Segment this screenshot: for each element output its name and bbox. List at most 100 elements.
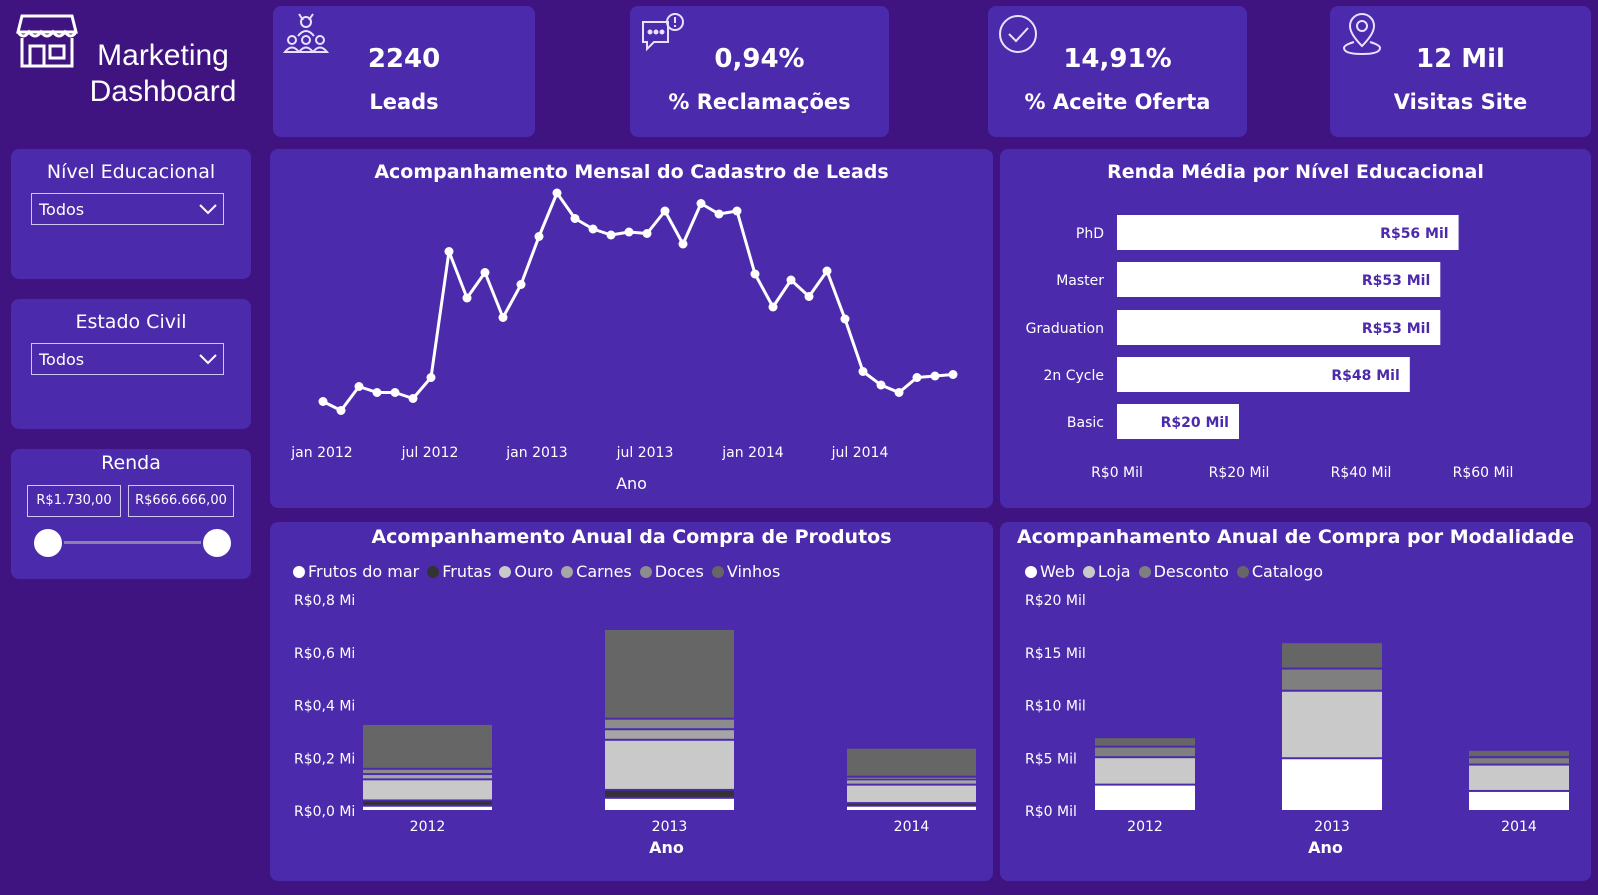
leads-point — [336, 406, 346, 415]
x-tick-label: 2013 — [652, 819, 688, 835]
leads-point — [894, 388, 904, 397]
bar-data-label: R$48 Mil — [1331, 368, 1399, 384]
stacked-bar-segment — [847, 785, 976, 803]
stacked-bar-segment — [363, 801, 492, 805]
stacked-bar-segment — [847, 806, 976, 810]
leads-point — [426, 373, 436, 382]
stacked-bar-segment — [605, 719, 734, 729]
income-max-input[interactable]: R$666.666,00 — [128, 485, 234, 517]
stacked-bar-segment — [847, 804, 976, 806]
leads-line — [322, 191, 954, 412]
line-chart-svg: jan 2012 jul 2012 jan 2013 jul 2013 jan 2014… — [290, 188, 958, 461]
leads-point — [750, 269, 760, 279]
stacked-bar-segment — [605, 798, 734, 810]
y-tick-label: R$0,4 Mi — [294, 699, 355, 715]
income-slider-min-handle[interactable] — [32, 527, 64, 559]
annual-channel-purchases-chart: Acompanhamento Anual de Compra por Modal… — [1000, 522, 1591, 881]
x-tick-label: R$20 Mil — [1209, 465, 1270, 481]
x-tick-label: R$60 Mil — [1453, 465, 1514, 481]
x-tick-label: R$40 Mil — [1331, 465, 1392, 481]
x-tick-label: 2012 — [410, 819, 446, 835]
monthly-leads-chart: Acompanhamento Mensal do Cadastro de Lea… — [270, 149, 993, 508]
stacked-bar-segment — [1282, 669, 1382, 690]
leads-point — [804, 292, 814, 301]
income-min-input[interactable]: R$1.730,00 — [27, 485, 121, 517]
leads-point — [714, 209, 724, 219]
stacked-bar-segment — [1095, 738, 1195, 746]
slicer-title: Estado Civil — [75, 311, 187, 333]
x-tick-label: 2014 — [1501, 819, 1537, 835]
y-tick-label: R$0,2 Mi — [294, 751, 355, 767]
y-tick-label: R$0,0 Mi — [294, 804, 355, 820]
y-tick-label: R$0,8 Mi — [294, 593, 355, 609]
category-label: 2n Cycle — [1044, 368, 1105, 384]
leads-point — [354, 382, 364, 391]
kpi-label: Visitas Site — [1393, 90, 1528, 114]
kpi-value: 0,94% — [714, 44, 805, 74]
leads-point — [696, 199, 706, 208]
income-slider-track[interactable] — [47, 541, 215, 544]
stacked-bar-segment — [605, 730, 734, 739]
income-slider-max-handle[interactable] — [201, 527, 233, 559]
stacked-bar-segment — [363, 769, 492, 774]
stacked-bar-segment — [847, 777, 976, 779]
dashboard-title: Marketing Dashboard — [78, 38, 248, 110]
stacked-bar-segment — [847, 780, 976, 784]
leads-point — [948, 370, 958, 379]
slicer-title: Nível Educacional — [46, 161, 216, 183]
x-tick-label: 2013 — [1314, 819, 1350, 835]
leads-point — [840, 314, 850, 324]
stacked-bar-segment — [363, 775, 492, 779]
stacked-bar-segment — [1282, 759, 1382, 810]
stacked-bar-segment — [363, 806, 492, 810]
dropdown-value: Todos — [39, 200, 85, 219]
stacked-bar-segment — [1469, 758, 1569, 764]
leads-point — [660, 206, 670, 216]
leads-point — [678, 239, 688, 249]
education-slicer: Nível Educacional Todos — [11, 149, 251, 279]
stacked-bar-segment — [1469, 765, 1569, 790]
x-tick-label: jul 2013 — [616, 445, 674, 461]
x-axis-title: Ano — [616, 474, 647, 493]
leads-point — [480, 268, 490, 277]
kpi-card-complaints: 0,94% % Reclamações — [630, 6, 889, 137]
x-tick-label: 2012 — [1127, 819, 1163, 835]
leads-point — [912, 373, 922, 382]
education-dropdown[interactable]: Todos — [31, 193, 224, 225]
category-label: PhD — [1076, 226, 1104, 242]
kpi-value: 2240 — [367, 44, 441, 74]
leads-point — [444, 247, 454, 256]
x-tick-label: 2014 — [894, 819, 930, 835]
stacked-bar-segment — [1095, 747, 1195, 757]
kpi-label: % Aceite Oferta — [1024, 90, 1211, 114]
slicer-title: Renda — [101, 452, 161, 474]
income-by-education-chart: Renda Média por Nível Educacional PhD R$5… — [1000, 149, 1591, 508]
leads-point — [318, 397, 328, 406]
stacked-bar-segment — [605, 740, 734, 789]
income-slicer: Renda R$1.730,00 R$666.666,00 — [11, 449, 251, 579]
leads-point — [624, 227, 634, 237]
x-tick-label: jan 2014 — [721, 445, 784, 461]
x-tick-label: jan 2012 — [290, 445, 352, 461]
chevron-down-icon — [199, 354, 217, 365]
x-axis-title: Ano — [649, 838, 684, 857]
bar-data-label: R$56 Mil — [1380, 226, 1448, 242]
leads-point — [570, 214, 580, 223]
stacked-bar-segment — [1282, 691, 1382, 758]
leads-point — [588, 224, 598, 234]
category-label: Master — [1056, 273, 1104, 289]
marital-status-dropdown[interactable]: Todos — [31, 343, 224, 375]
x-tick-label: jul 2014 — [831, 445, 889, 461]
chevron-down-icon — [199, 204, 217, 215]
bar-data-label: R$53 Mil — [1362, 321, 1430, 337]
y-tick-label: R$10 Mil — [1025, 699, 1086, 715]
stacked-bar-segment — [605, 790, 734, 797]
marital-status-slicer: Estado Civil Todos — [11, 299, 251, 429]
leads-point — [372, 388, 382, 397]
stacked-bar-segment — [605, 630, 734, 718]
y-tick-label: R$0,6 Mi — [294, 646, 355, 662]
leads-point — [858, 367, 868, 376]
kpi-value: 12 Mil — [1416, 44, 1505, 74]
x-tick-label: jan 2013 — [505, 445, 567, 461]
leads-point — [642, 229, 652, 238]
